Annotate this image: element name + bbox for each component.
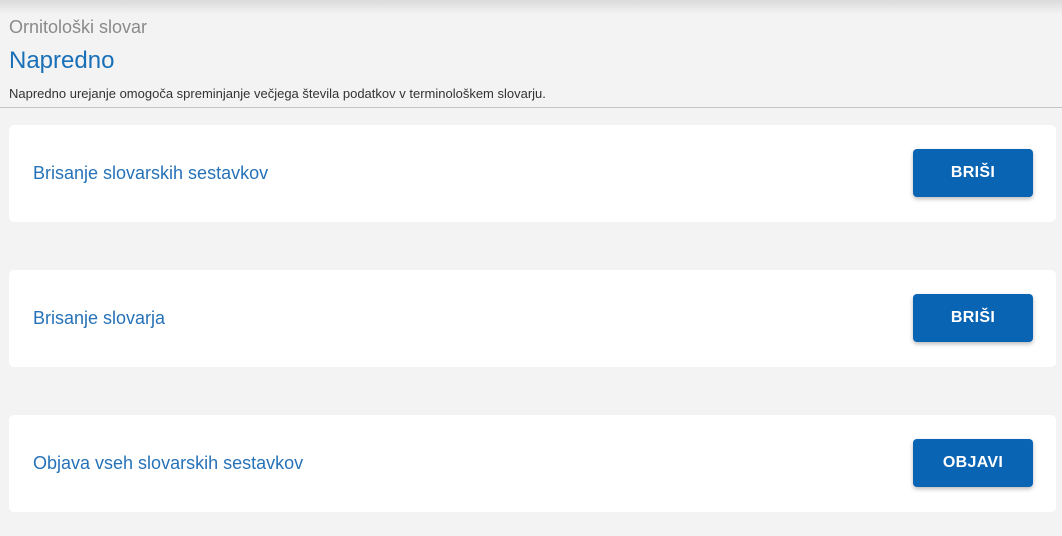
header-divider — [0, 107, 1062, 108]
card-label-delete-dictionary: Brisanje slovarja — [33, 308, 166, 328]
delete-dictionary-button[interactable]: BRIŠI — [913, 294, 1033, 342]
card-label-delete-entries: Brisanje slovarskih sestavkov — [33, 163, 269, 183]
page-header: Ornitološki slovar Napredno Napredno ure… — [0, 0, 1062, 108]
publish-entries-button[interactable]: OBJAVI — [913, 439, 1033, 487]
page-title: Napredno — [9, 47, 115, 74]
page-description: Napredno urejanje omogoča spreminjanje v… — [9, 86, 546, 101]
card-label-publish-entries: Objava vseh slovarskih sestavkov — [33, 453, 304, 473]
card-delete-dictionary: Brisanje slovarja BRIŠI — [9, 270, 1056, 367]
dictionary-name: Ornitološki slovar — [9, 17, 148, 37]
card-delete-entries: Brisanje slovarskih sestavkov BRIŠI — [9, 125, 1056, 222]
delete-entries-button[interactable]: BRIŠI — [913, 149, 1033, 197]
card-publish-entries: Objava vseh slovarskih sestavkov OBJAVI — [9, 415, 1056, 512]
